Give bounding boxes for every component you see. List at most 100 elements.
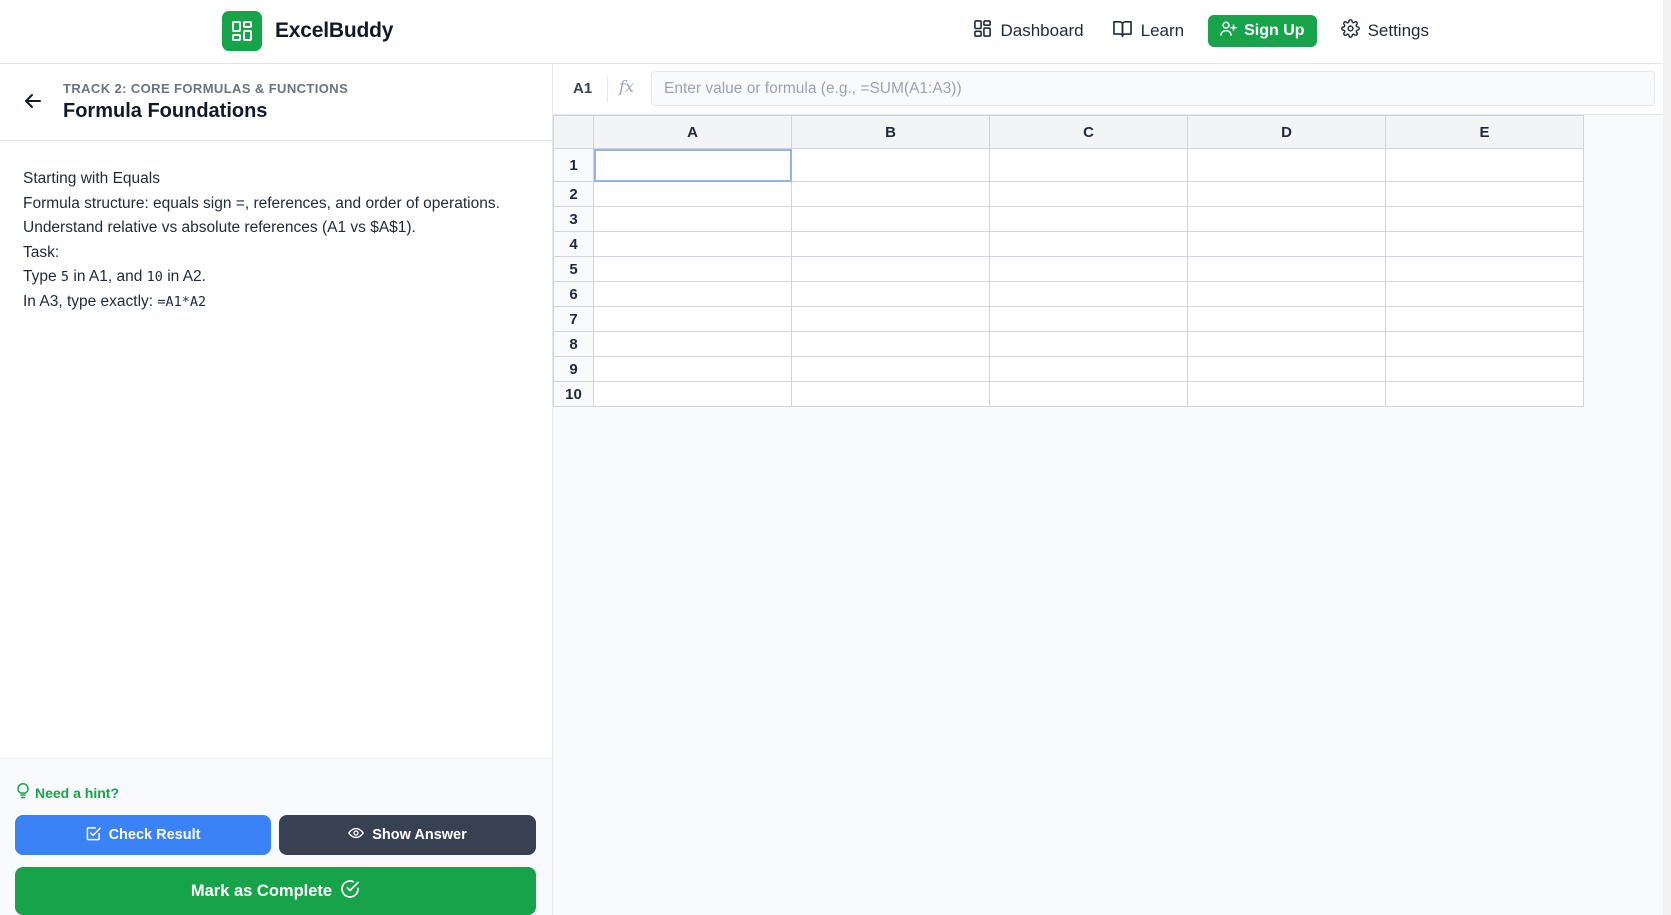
cell-d7[interactable] [1187,306,1386,332]
column-header[interactable]: C [989,115,1188,149]
cell-a5[interactable] [593,256,792,282]
lesson-line: Task: [23,243,60,261]
task-text: In A3, type exactly: [23,292,158,310]
cell-b1[interactable] [791,148,990,182]
cell-d2[interactable] [1187,181,1386,207]
track-label: TRACK 2: CORE FORMULAS & FUNCTIONS [63,81,349,96]
column-header[interactable]: A [593,115,792,149]
table-row: 6 [553,281,1584,307]
check-result-button[interactable]: Check Result [15,815,271,855]
nav-learn-label: Learn [1140,21,1185,40]
signup-label: Sign Up [1244,22,1305,39]
row-header[interactable]: 4 [553,231,594,257]
cell-c2[interactable] [989,181,1188,207]
cell-d6[interactable] [1187,281,1386,307]
cell-e10[interactable] [1385,381,1584,407]
column-header[interactable]: E [1385,115,1584,149]
cell-b8[interactable] [791,331,990,357]
cell-c10[interactable] [989,381,1188,407]
cell-c3[interactable] [989,206,1188,232]
hint-link[interactable]: Need a hint? [17,783,119,802]
task-code: 10 [146,269,163,285]
signup-button[interactable]: Sign Up [1208,15,1317,47]
corner-cell[interactable] [553,115,594,149]
row-header[interactable]: 7 [553,306,594,332]
row-header[interactable]: 9 [553,356,594,382]
cell-c9[interactable] [989,356,1188,382]
spreadsheet-panel: A1 fx A B C D E 12345678910 [553,64,1663,915]
formula-divider [607,76,608,102]
row-header[interactable]: 3 [553,206,594,232]
cell-c4[interactable] [989,231,1188,257]
table-row: 1 [553,148,1584,182]
cell-c6[interactable] [989,281,1188,307]
cell-d3[interactable] [1187,206,1386,232]
cell-d9[interactable] [1187,356,1386,382]
nav-dashboard[interactable]: Dashboard [969,15,1087,47]
table-row: 8 [553,331,1584,357]
cell-d5[interactable] [1187,256,1386,282]
task-code: 5 [60,269,70,285]
column-header[interactable]: B [791,115,990,149]
cell-b5[interactable] [791,256,990,282]
formula-input[interactable] [651,71,1655,106]
lesson-line: Understand relative vs absolute referenc… [23,219,416,236]
lesson-panel: TRACK 2: CORE FORMULAS & FUNCTIONS Formu… [0,64,553,915]
lesson-title: Formula Foundations [63,100,268,122]
row-header[interactable]: 1 [553,148,594,182]
show-answer-button[interactable]: Show Answer [279,815,536,855]
cell-b7[interactable] [791,306,990,332]
cell-b6[interactable] [791,281,990,307]
cell-d10[interactable] [1187,381,1386,407]
task-text: Type [23,268,61,285]
row-header[interactable]: 5 [553,256,594,282]
cell-b4[interactable] [791,231,990,257]
cell-e2[interactable] [1385,181,1584,207]
cell-b2[interactable] [791,181,990,207]
cell-c8[interactable] [989,331,1188,357]
cell-b9[interactable] [791,356,990,382]
cell-a8[interactable] [593,331,792,357]
cell-c5[interactable] [989,256,1188,282]
cell-e9[interactable] [1385,356,1584,382]
cell-e6[interactable] [1385,281,1584,307]
column-header[interactable]: D [1187,115,1386,149]
cell-a2[interactable] [593,181,792,207]
cell-e7[interactable] [1385,306,1584,332]
mark-complete-label: Mark as Complete [190,881,333,900]
cell-e1[interactable] [1385,148,1584,182]
cell-c1[interactable] [989,148,1188,182]
cell-d8[interactable] [1187,331,1386,357]
cell-a7[interactable] [593,306,792,332]
cell-b10[interactable] [791,381,990,407]
cell-a1[interactable] [593,148,792,182]
cell-e8[interactable] [1385,331,1584,357]
cell-e4[interactable] [1385,231,1584,257]
cell-e5[interactable] [1385,256,1584,282]
nav-settings-label: Settings [1367,21,1429,40]
back-arrow-icon[interactable] [22,90,44,112]
nav-dashboard-label: Dashboard [1000,21,1084,40]
cell-a3[interactable] [593,206,792,232]
mark-complete-button[interactable]: Mark as Complete [15,867,536,915]
row-header[interactable]: 6 [553,281,594,307]
cell-a4[interactable] [593,231,792,257]
cell-e3[interactable] [1385,206,1584,232]
cell-a6[interactable] [593,281,792,307]
nav-settings[interactable]: Settings [1337,15,1433,47]
cell-a10[interactable] [593,381,792,407]
gear-icon [1340,19,1360,43]
cell-b3[interactable] [791,206,990,232]
cell-a9[interactable] [593,356,792,382]
nav-learn[interactable]: Learn [1108,15,1188,47]
column-header-row: A B C D E [553,115,1584,149]
row-header[interactable]: 2 [553,181,594,207]
page-scrollbar[interactable] [1663,0,1671,915]
table-row: 9 [553,356,1584,382]
row-header[interactable]: 10 [553,381,594,407]
row-header[interactable]: 8 [553,331,594,357]
cell-d1[interactable] [1187,148,1386,182]
cell-c7[interactable] [989,306,1188,332]
brand[interactable]: ExcelBuddy [222,11,393,51]
cell-d4[interactable] [1187,231,1386,257]
